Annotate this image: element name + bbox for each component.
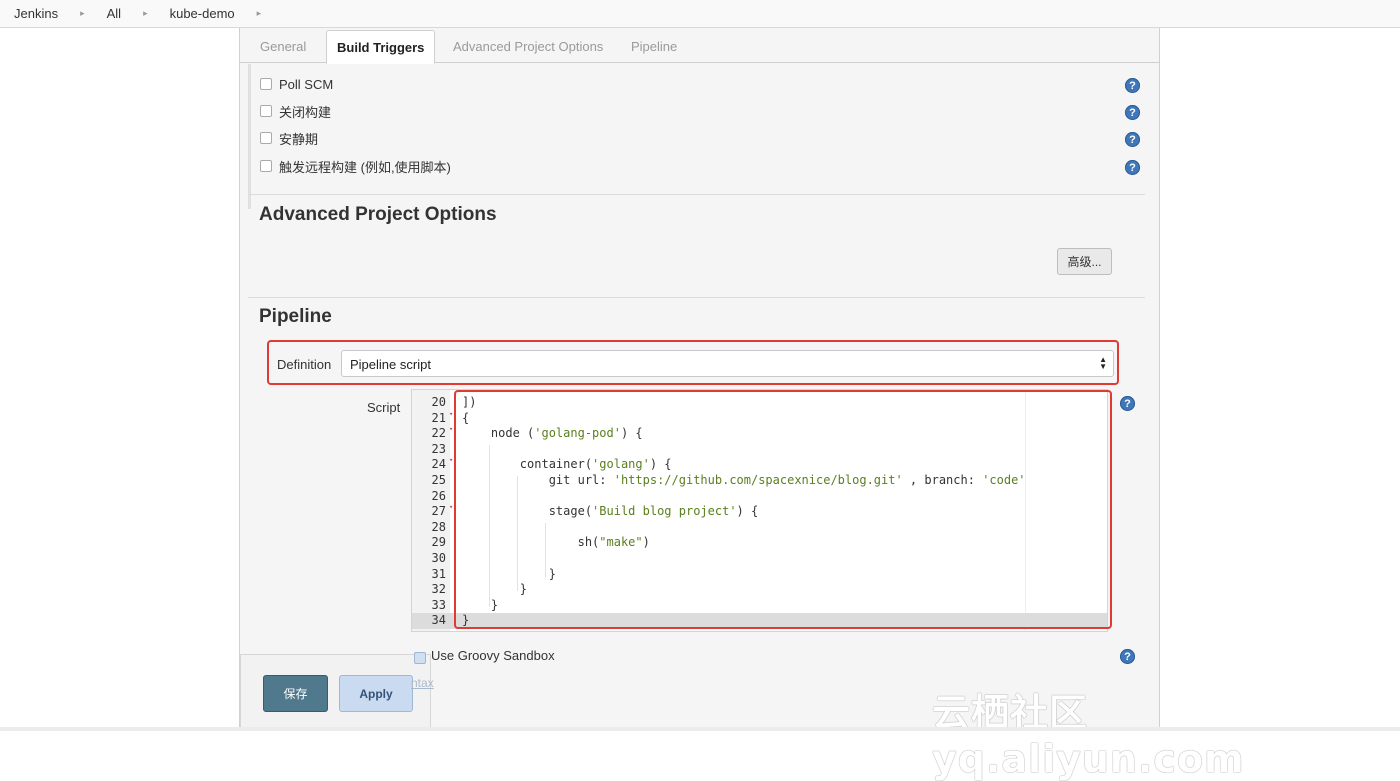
trigger-label: 关闭构建 <box>279 104 332 120</box>
line-number: 29 <box>431 535 446 550</box>
tab-general[interactable]: General <box>260 39 306 54</box>
fold-arrow-icon[interactable]: ▾ <box>449 456 453 464</box>
line-number: 24 <box>431 457 446 472</box>
trigger-disable-build[interactable]: 关闭构建 <box>260 102 331 120</box>
help-icon[interactable]: ? <box>1120 396 1135 411</box>
quiet-period-checkbox[interactable] <box>260 132 272 144</box>
groovy-sandbox-label: Use Groovy Sandbox <box>431 648 555 663</box>
trigger-label: 安静期 <box>279 131 319 147</box>
help-icon[interactable]: ? <box>1120 649 1135 664</box>
line-number: 30 <box>431 551 446 565</box>
line-number: 23 <box>431 441 446 456</box>
definition-value: Pipeline script <box>350 357 431 372</box>
groovy-sandbox-checkbox[interactable] <box>414 652 426 664</box>
definition-label: Definition <box>277 357 332 372</box>
line-number: 25 <box>431 473 446 487</box>
pipeline-section-title: Pipeline <box>259 306 332 327</box>
fold-arrow-icon[interactable]: ▾ <box>449 425 453 433</box>
fold-arrow-icon[interactable]: ▾ <box>449 503 453 511</box>
breadcrumb: Jenkins ▸ All ▸ kube-demo ▸ <box>0 0 1400 28</box>
line-number: 32 <box>431 582 446 597</box>
advanced-section-title: Advanced Project Options <box>259 204 497 225</box>
line-number: 31 <box>431 566 446 581</box>
tab-build-triggers[interactable]: Build Triggers <box>326 30 436 64</box>
apply-button[interactable]: Apply <box>339 675 413 712</box>
fold-arrow-icon[interactable]: ▾ <box>449 410 453 418</box>
save-bar: 保存 Apply <box>240 654 431 728</box>
tab-pipeline[interactable]: Pipeline <box>631 39 677 54</box>
bottom-strip <box>0 727 1400 731</box>
help-icon[interactable]: ? <box>1125 132 1140 147</box>
line-number: 21 <box>431 410 446 425</box>
line-number: 33 <box>431 597 446 612</box>
trigger-remote-build[interactable]: 触发远程构建 (例如,使用脚本) <box>260 157 451 175</box>
disable-build-checkbox[interactable] <box>260 105 272 117</box>
help-icon[interactable]: ? <box>1125 160 1140 175</box>
remote-build-checkbox[interactable] <box>260 160 272 172</box>
pipeline-syntax-link[interactable]: ntax <box>411 676 434 690</box>
line-number: 34 <box>431 613 446 628</box>
select-arrows-icon: ▲ ▼ <box>1099 355 1107 371</box>
line-number: 26 <box>431 488 446 503</box>
definition-select[interactable]: Pipeline script ▲ ▼ <box>341 350 1114 377</box>
breadcrumb-all[interactable]: All <box>107 6 121 21</box>
trigger-poll-scm[interactable]: Poll SCM <box>260 75 333 93</box>
tab-advanced-project-options[interactable]: Advanced Project Options <box>453 39 603 54</box>
breadcrumb-jenkins[interactable]: Jenkins <box>14 6 58 21</box>
trigger-quiet-period[interactable]: 安静期 <box>260 129 318 147</box>
poll-scm-checkbox[interactable] <box>260 78 272 90</box>
config-tabs: General Build Triggers Advanced Project … <box>240 28 1159 64</box>
line-number: 22 <box>431 426 446 441</box>
section-divider <box>248 297 1145 298</box>
trigger-label: Poll SCM <box>279 76 334 92</box>
trigger-label: 触发远程构建 (例如,使用脚本) <box>279 159 451 175</box>
breadcrumb-job[interactable]: kube-demo <box>170 6 235 21</box>
watermark: 云栖社区 yq.aliyun.com <box>932 691 1245 781</box>
advanced-button[interactable]: 高级... <box>1057 248 1112 275</box>
breadcrumb-separator-icon: ▸ <box>80 8 85 18</box>
breadcrumb-separator-icon: ▸ <box>256 8 262 18</box>
save-button[interactable]: 保存 <box>263 675 328 712</box>
breadcrumb-separator-icon: ▸ <box>143 8 148 18</box>
help-icon[interactable]: ? <box>1125 78 1140 93</box>
line-number: 28 <box>431 519 446 534</box>
section-divider <box>248 194 1145 195</box>
help-icon[interactable]: ? <box>1125 105 1140 120</box>
line-number: 27 <box>431 504 446 519</box>
line-number: 20 <box>431 395 446 409</box>
section-indent-bar <box>248 64 251 209</box>
highlight-script <box>454 390 1112 629</box>
script-label: Script <box>367 400 401 415</box>
config-panel: General Build Triggers Advanced Project … <box>239 28 1160 728</box>
